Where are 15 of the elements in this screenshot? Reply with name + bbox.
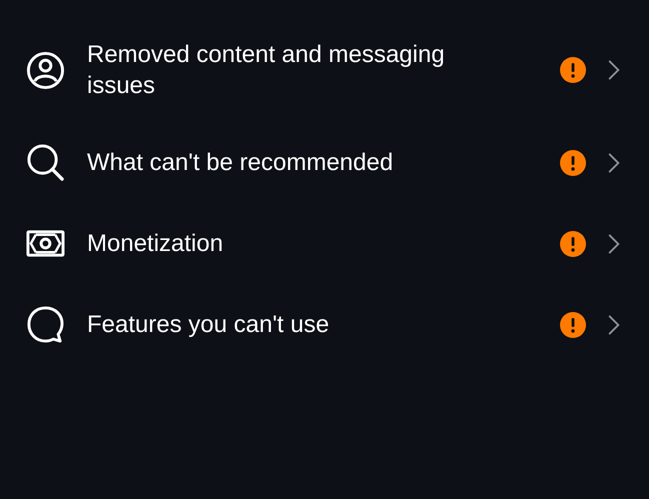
search-icon: [26, 143, 65, 182]
menu-item-label: Monetization: [87, 229, 224, 259]
menu-item[interactable]: What can't be recommended: [0, 122, 649, 203]
menu-item-label: Features you can't use: [87, 310, 330, 340]
menu-item-label: Removed content and messaging issues: [87, 40, 446, 101]
menu-item[interactable]: Removed content and messaging issues: [0, 18, 649, 122]
speech-bubble-icon: [26, 305, 65, 344]
person-icon: [26, 50, 65, 90]
chevron-right-icon: [608, 152, 620, 174]
chevron-right-icon: [608, 59, 620, 81]
menu-item[interactable]: Monetization: [0, 203, 649, 284]
menu-item[interactable]: Features you can't use: [0, 284, 649, 365]
menu-item-label: What can't be recommended: [87, 148, 394, 178]
chevron-right-icon: [608, 314, 620, 336]
chevron-right-icon: [608, 232, 620, 254]
